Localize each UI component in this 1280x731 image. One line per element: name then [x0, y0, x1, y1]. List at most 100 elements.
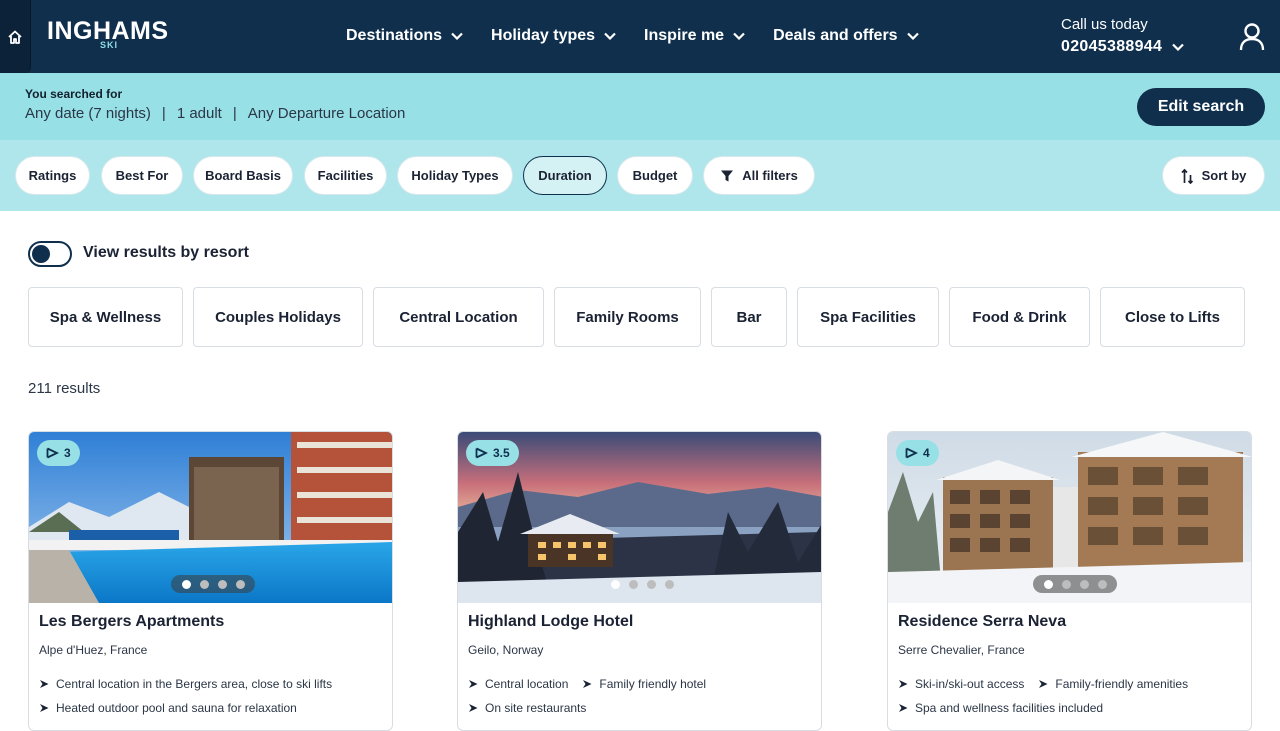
search-criteria: Any date (7 nights) | 1 adult | Any Depa… — [25, 105, 405, 122]
phone-dropdown[interactable]: 02045388944 — [1061, 38, 1184, 56]
carousel-dot[interactable] — [646, 579, 656, 589]
rating-value: 3 — [64, 446, 71, 460]
quick-filter-bar[interactable]: Bar — [711, 287, 787, 347]
carousel-dot[interactable] — [217, 579, 227, 589]
search-summary-bar: You searched for Any date (7 nights) | 1… — [0, 73, 1280, 140]
quick-filter-couples-holidays[interactable]: Couples Holidays — [193, 287, 363, 347]
chevron-right-icon — [40, 704, 49, 712]
hotel-title[interactable]: Highland Lodge Hotel — [468, 613, 633, 631]
rating-flag-icon — [905, 447, 918, 459]
chevron-right-icon — [899, 704, 908, 712]
sort-label: Sort by — [1201, 168, 1247, 183]
filter-budget[interactable]: Budget — [617, 156, 693, 195]
chevron-down-icon — [733, 32, 745, 40]
top-navigation-bar: INGHAMS SKI Destinations Holiday types I… — [0, 0, 1280, 73]
feature-item: Family-friendly amenities — [1038, 677, 1188, 691]
carousel-dots — [1033, 575, 1117, 593]
filter-holiday-types[interactable]: Holiday Types — [397, 156, 513, 195]
edit-search-button[interactable]: Edit search — [1137, 88, 1265, 126]
filter-duration[interactable]: Duration — [523, 156, 607, 195]
filter-icon — [721, 170, 734, 181]
chevron-down-icon — [1172, 43, 1184, 51]
call-label: Call us today — [1061, 16, 1148, 33]
feature-label: Heated outdoor pool and sauna for relaxa… — [56, 701, 297, 715]
hotel-title[interactable]: Residence Serra Neva — [898, 613, 1066, 631]
feature-label: Central location in the Bergers area, cl… — [56, 677, 333, 691]
filter-facilities[interactable]: Facilities — [304, 156, 387, 195]
feature-item: Family friendly hotel — [582, 677, 706, 691]
view-by-resort-toggle[interactable] — [28, 241, 72, 267]
search-adults: 1 adult — [176, 105, 222, 122]
view-by-resort-label: View results by resort — [83, 244, 249, 261]
search-date: Any date (7 nights) — [25, 105, 151, 122]
quick-filter-central-location[interactable]: Central Location — [373, 287, 544, 347]
inghams-logo[interactable]: INGHAMS SKI — [47, 18, 169, 50]
chevron-right-icon — [40, 680, 49, 688]
carousel-dot[interactable] — [181, 579, 191, 589]
logo-subtext: SKI — [100, 40, 119, 50]
nav-label: Inspire me — [644, 27, 725, 44]
feature-row: Central location in the Bergers area, cl… — [39, 677, 346, 691]
carousel-dot[interactable] — [664, 579, 674, 589]
hotel-title[interactable]: Les Bergers Apartments — [39, 613, 224, 631]
nav-deals-and-offers[interactable]: Deals and offers — [773, 24, 919, 48]
feature-row: Spa and wellness facilities included — [898, 701, 1117, 715]
nav-holiday-types[interactable]: Holiday types — [491, 24, 616, 48]
rating-value: 3.5 — [493, 446, 510, 460]
quick-filter-close-to-lifts[interactable]: Close to Lifts — [1100, 287, 1245, 347]
carousel-dot[interactable] — [235, 579, 245, 589]
nav-label: Destinations — [346, 27, 443, 44]
home-icon — [8, 30, 22, 44]
user-icon[interactable] — [1238, 22, 1266, 52]
chevron-right-icon — [469, 704, 478, 712]
chevron-right-icon — [1039, 680, 1048, 688]
rating-badge: 3.5 — [466, 440, 519, 466]
sort-icon — [1180, 168, 1193, 184]
feature-item: Heated outdoor pool and sauna for relaxa… — [39, 701, 297, 715]
hotel-card[interactable]: 4 Residence Serra Neva Serre Chevalier, … — [887, 431, 1252, 731]
hotel-card[interactable]: 3.5 Highland Lodge Hotel Geilo, Norway C… — [457, 431, 822, 731]
quick-filter-food-drink[interactable]: Food & Drink — [949, 287, 1090, 347]
search-summary-label: You searched for — [25, 87, 123, 101]
chevron-down-icon — [906, 32, 919, 40]
filter-best-for[interactable]: Best For — [101, 156, 183, 195]
home-button[interactable] — [0, 0, 31, 73]
feature-row: Heated outdoor pool and sauna for relaxa… — [39, 701, 311, 715]
feature-item: Ski-in/ski-out access — [898, 677, 1024, 691]
carousel-dot[interactable] — [628, 579, 638, 589]
results-count: 211 results — [28, 380, 101, 397]
quick-filter-spa-wellness[interactable]: Spa & Wellness — [28, 287, 183, 347]
sort-by-button[interactable]: Sort by — [1162, 156, 1265, 195]
nav-label: Holiday types — [491, 27, 596, 44]
nav-destinations[interactable]: Destinations — [346, 24, 463, 48]
chevron-down-icon — [451, 32, 463, 40]
hotel-location: Serre Chevalier, France — [898, 643, 1025, 657]
quick-filter-family-rooms[interactable]: Family Rooms — [554, 287, 701, 347]
nav-inspire-me[interactable]: Inspire me — [644, 24, 745, 48]
carousel-dot[interactable] — [1079, 579, 1089, 589]
feature-label: Spa and wellness facilities included — [915, 701, 1104, 715]
search-departure: Any Departure Location — [247, 105, 406, 122]
feature-label: Family-friendly amenities — [1055, 677, 1189, 691]
all-filters-button[interactable]: All filters — [703, 156, 815, 195]
nav-label: Deals and offers — [773, 27, 898, 44]
carousel-dot[interactable] — [1097, 579, 1107, 589]
carousel-dot[interactable] — [610, 579, 620, 589]
filter-ratings[interactable]: Ratings — [15, 156, 90, 195]
feature-row: Central location Family friendly hotel — [468, 677, 720, 691]
quick-filter-spa-facilities[interactable]: Spa Facilities — [797, 287, 939, 347]
carousel-dot[interactable] — [1061, 579, 1071, 589]
rating-badge: 4 — [896, 440, 939, 466]
feature-row: On site restaurants — [468, 701, 600, 715]
feature-item: Central location — [468, 677, 568, 691]
all-filters-label: All filters — [742, 168, 798, 183]
rating-flag-icon — [46, 447, 59, 459]
carousel-dot[interactable] — [1043, 579, 1053, 589]
filter-bar: Ratings Best For Board Basis Facilities … — [0, 140, 1280, 211]
filter-board-basis[interactable]: Board Basis — [193, 156, 293, 195]
hotel-card[interactable]: 3 Les Bergers Apartments Alpe d'Huez, Fr… — [28, 431, 393, 731]
feature-label: Ski-in/ski-out access — [915, 677, 1025, 691]
carousel-dot[interactable] — [199, 579, 209, 589]
chevron-right-icon — [469, 680, 478, 688]
rating-badge: 3 — [37, 440, 80, 466]
